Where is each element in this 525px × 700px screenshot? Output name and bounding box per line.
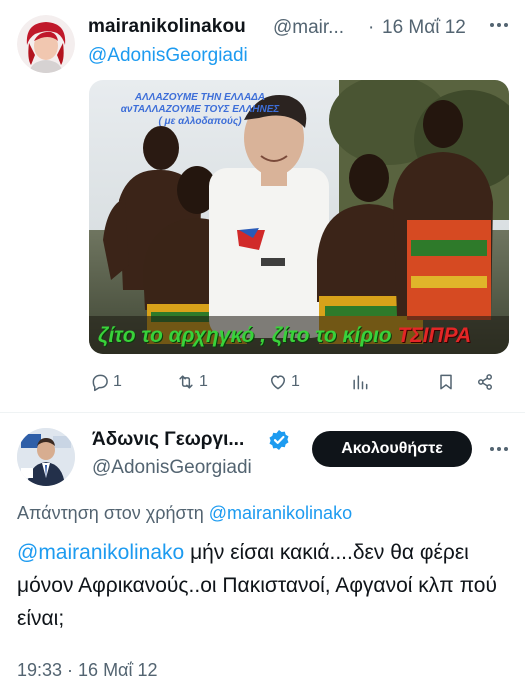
- author-handle[interactable]: @AdonisGeorgiadi: [92, 457, 252, 479]
- reply-count: 1: [113, 373, 122, 390]
- share-icon: [478, 374, 492, 390]
- author-name[interactable]: mairanikolinakou: [88, 16, 246, 38]
- tweet-date[interactable]: 16 Μαΐ 12: [382, 17, 466, 39]
- reply-context-label: Απάντηση στον χρήστη: [17, 503, 204, 523]
- tweet-body: @mairanikolinako μήν είσαι κακιά....δεν …: [17, 536, 507, 635]
- share-button[interactable]: [475, 368, 495, 396]
- more-options-icon[interactable]: [486, 12, 512, 38]
- caption-bottom-text: ζίτο το αρχηγκό , ζίτο το κίριο: [98, 324, 392, 347]
- bar-chart-icon: [353, 375, 368, 390]
- caption-bottom-highlight: ΤΣΙΠΡΑ: [397, 324, 472, 347]
- caption-top-line-2: ανΤΑΛΛΑΖΟΥΜΕ ΤΟΥΣ ΕΛΛΗΝΕΣ: [120, 104, 280, 115]
- user-avatar-adonisgeorgiadi[interactable]: [17, 428, 75, 486]
- divider: [0, 412, 525, 413]
- retweet-count: 1: [199, 373, 208, 390]
- mention-link[interactable]: @mairanikolinako: [17, 541, 184, 564]
- reply-button[interactable]: 1: [90, 368, 122, 396]
- image-caption-bottom: ζίτο το αρχηγκό , ζίτο το κίριο ΤΣΙΠΡΑ: [98, 324, 471, 348]
- retweet-icon: [179, 375, 193, 389]
- image-caption-top: ΑΛΛΑΖΟΥΜΕ ΤΗΝ ΕΛΛΑΔΑ ανΤΑΛΛΑΖΟΥΜΕ ΤΟΥΣ Ε…: [95, 92, 305, 128]
- speech-bubble-icon: [92, 374, 108, 392]
- like-button[interactable]: 1: [268, 368, 300, 396]
- author-name[interactable]: Άδωνις Γεωργι...: [92, 429, 244, 451]
- reply-to-mention[interactable]: @AdonisGeorgiadi: [88, 45, 248, 67]
- retweet-button[interactable]: 1: [176, 368, 208, 396]
- tweet-timestamp[interactable]: 19:33 · 16 Μαΐ 12: [17, 660, 157, 681]
- bookmark-icon: [440, 374, 452, 390]
- author-handle[interactable]: @mair...: [273, 17, 344, 39]
- bookmark-button[interactable]: [436, 368, 456, 396]
- separator-dot: ·: [368, 17, 375, 38]
- user-avatar-mairanikolinakou[interactable]: [17, 15, 75, 73]
- reply-context-user-link[interactable]: @mairanikolinako: [209, 503, 352, 523]
- views-button[interactable]: [350, 368, 370, 396]
- caption-top-line-3: ( με αλλοδαπούς): [158, 116, 242, 127]
- verified-badge-icon: [268, 429, 290, 451]
- follow-button[interactable]: Ακολουθήστε: [312, 431, 472, 467]
- heart-icon: [271, 375, 285, 390]
- more-options-icon[interactable]: [486, 436, 512, 462]
- like-count: 1: [291, 373, 300, 390]
- reply-context: Απάντηση στον χρήστη @mairanikolinako: [17, 503, 352, 524]
- caption-top-line-1: ΑΛΛΑΖΟΥΜΕ ΤΗΝ ΕΛΛΑΔΑ: [134, 92, 266, 103]
